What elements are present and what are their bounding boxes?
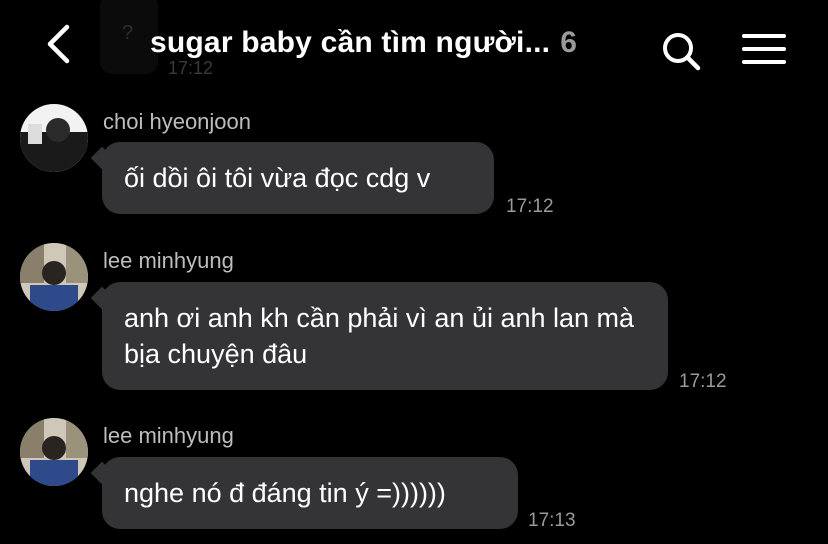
chat-header: sugar baby cần tìm người... 6 [0,0,828,92]
menu-button[interactable] [740,30,788,70]
message-time: 17:12 [679,371,727,392]
avatar-lee-minhyung[interactable] [20,418,88,486]
avatar-lee-minhyung[interactable] [20,243,88,311]
menu-icon [742,34,786,64]
profile-photo-icon [20,104,88,172]
chat-title[interactable]: sugar baby cần tìm người... [150,26,550,60]
message-text: nghe nó đ đáng tin ý =)))))) [124,478,446,508]
message-text: ối dồi ôi tôi vừa đọc cdg v [124,163,431,193]
search-button[interactable] [660,30,704,74]
member-count: 6 [560,26,577,59]
back-icon [47,24,70,64]
profile-photo-icon [20,418,88,486]
profile-photo-icon [20,243,88,311]
sender-name: lee minhyung [103,423,234,448]
sender-name: lee minhyung [103,248,234,273]
message-bubble[interactable]: ối dồi ôi tôi vừa đọc cdg v [102,142,494,214]
message-time: 17:13 [528,510,576,531]
message-bubble[interactable]: anh ơi anh kh cần phải vì an ủi anh lan … [102,282,668,390]
message-text: anh ơi anh kh cần phải vì an ủi anh lan … [124,303,635,369]
chat-title-group[interactable]: sugar baby cần tìm người... 6 [150,26,577,60]
avatar-choi-hyeonjoon[interactable] [20,104,88,172]
sender-name: choi hyeonjoon [103,109,252,134]
back-button[interactable] [36,22,80,66]
search-icon [663,33,701,71]
message-time: 17:12 [506,196,554,217]
message-bubble[interactable]: nghe nó đ đáng tin ý =)))))) [102,457,518,529]
